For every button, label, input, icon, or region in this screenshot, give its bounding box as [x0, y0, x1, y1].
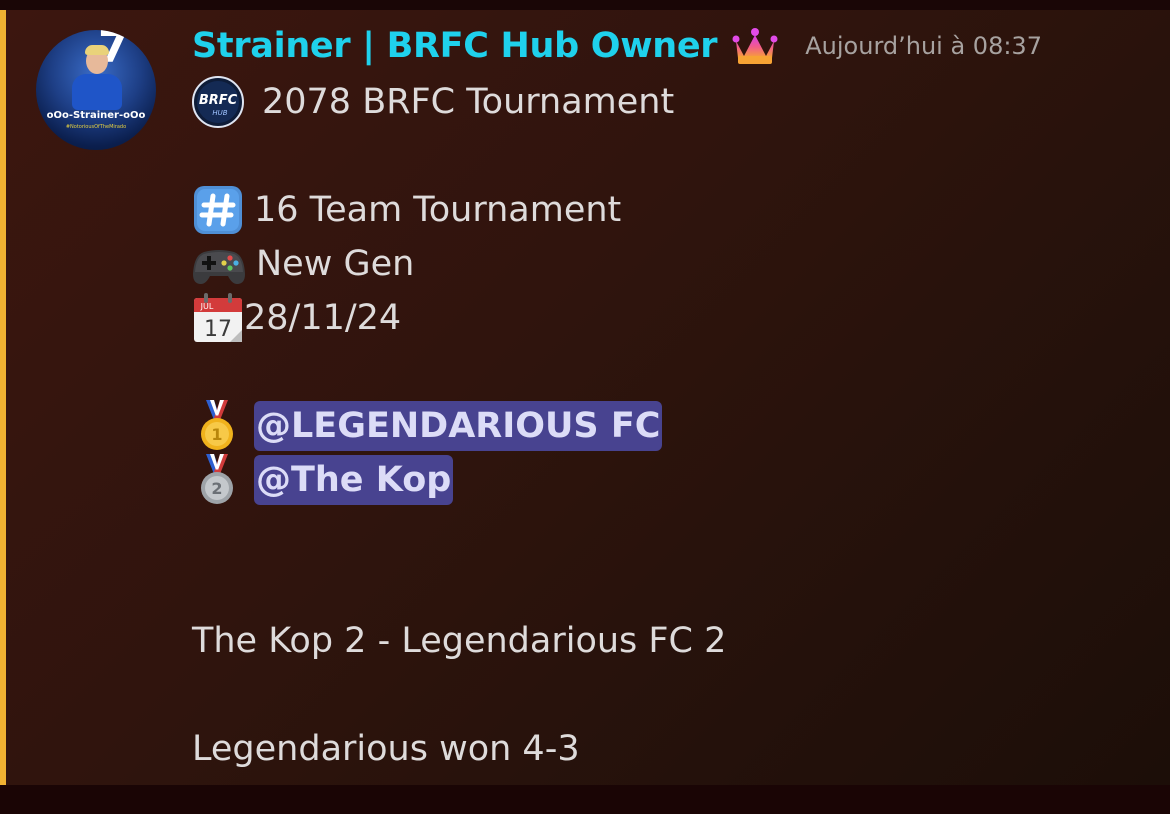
discord-chat-screen: 7 oOo-Strainer-oOo #NotoriousOfTheMirado… — [0, 0, 1170, 814]
message-header: Strainer | BRFC Hub Owner Aujourd’hui à … — [192, 24, 1042, 68]
silver-medal-icon: 2 — [201, 454, 233, 504]
server-icon-subtext: HUB — [212, 109, 227, 117]
avatar-subcaption: #NotoriousOfTheMirado — [65, 124, 127, 130]
detail-line-date: JUL 17 28/11/24 — [192, 292, 401, 344]
placement-second: 2 @The Kop — [192, 454, 454, 506]
author-username[interactable]: Strainer | BRFC Hub Owner — [192, 26, 718, 66]
avatar-player-hair — [85, 45, 109, 55]
message-timestamp[interactable]: Aujourd’hui à 08:37 — [805, 32, 1042, 60]
mention-highlight-bar — [0, 10, 6, 785]
top-edge — [0, 0, 1170, 10]
gold-medal-icon: 1 — [201, 400, 233, 450]
result-text: Legendarious won 4-3 — [192, 729, 580, 769]
avatar-player-body — [72, 74, 122, 110]
chat-message[interactable]: 7 oOo-Strainer-oOo #NotoriousOfTheMirado… — [0, 10, 1170, 785]
placement-first: 1 @LEGENDARIOUS FC — [192, 400, 663, 452]
calendar-month: JUL — [200, 302, 214, 311]
gamepad-icon — [193, 250, 245, 284]
author-avatar[interactable]: 7 oOo-Strainer-oOo #NotoriousOfTheMirado — [36, 30, 156, 150]
winner-mention[interactable]: @LEGENDARIOUS FC — [254, 401, 663, 451]
hash-keycap-icon — [194, 186, 242, 234]
bottom-edge — [0, 785, 1170, 814]
brfc-hub-server-icon: BRFC HUB — [192, 76, 244, 128]
avatar-caption: oOo-Strainer-oOo — [46, 110, 146, 121]
detail-line-teams: 16 Team Tournament — [192, 184, 621, 236]
detail-teams-text: 16 Team Tournament — [254, 190, 622, 230]
calendar-icon: JUL 17 — [194, 293, 242, 342]
title-line: BRFC HUB 2078 BRFC Tournament — [192, 76, 674, 128]
runner-up-mention[interactable]: @The Kop — [254, 455, 454, 505]
detail-line-gen: New Gen — [192, 238, 414, 290]
calendar-day: 17 — [204, 317, 232, 342]
detail-gen-text: New Gen — [256, 244, 415, 284]
crown-icon[interactable] — [731, 26, 779, 66]
silver-medal-number: 2 — [211, 479, 222, 498]
server-icon-text: BRFC — [199, 93, 238, 108]
gold-medal-number: 1 — [211, 425, 222, 444]
score-line: The Kop 2 - Legendarious FC 2 — [192, 615, 726, 667]
score-text: The Kop 2 - Legendarious FC 2 — [192, 621, 727, 661]
tournament-title: 2078 BRFC Tournament — [262, 82, 675, 122]
detail-date-text: 28/11/24 — [244, 298, 402, 338]
result-line: Legendarious won 4-3 — [192, 723, 580, 775]
